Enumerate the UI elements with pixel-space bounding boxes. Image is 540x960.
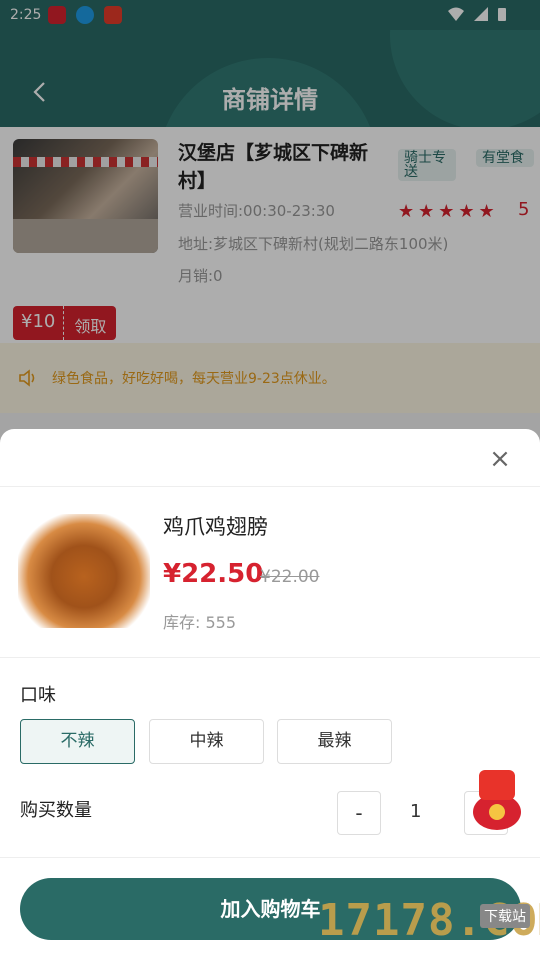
product-price: ¥22.50 <box>163 559 264 589</box>
decrease-quantity-button[interactable]: - <box>337 791 381 835</box>
stock-count: 库存: 555 <box>163 613 237 632</box>
original-price: ¥22.00 <box>260 567 320 587</box>
product-options-sheet: × 鸡爪鸡翅膀 ¥22.50 ¥22.00 库存: 555 口味 不辣 中辣 最… <box>0 429 540 960</box>
divider <box>0 857 540 858</box>
quantity-value: 1 <box>410 801 422 822</box>
divider <box>0 657 540 658</box>
product-image <box>18 514 150 628</box>
red-packet-icon[interactable] <box>469 768 525 832</box>
option-medium-spicy[interactable]: 中辣 <box>149 719 264 764</box>
option-extra-spicy[interactable]: 最辣 <box>277 719 392 764</box>
quantity-label: 购买数量 <box>20 800 92 821</box>
flavor-label: 口味 <box>20 685 56 706</box>
divider <box>0 486 540 487</box>
watermark-tag: 下载站 <box>480 904 530 928</box>
close-icon[interactable]: × <box>488 446 512 472</box>
option-not-spicy[interactable]: 不辣 <box>20 719 135 764</box>
product-name: 鸡爪鸡翅膀 <box>163 515 268 539</box>
